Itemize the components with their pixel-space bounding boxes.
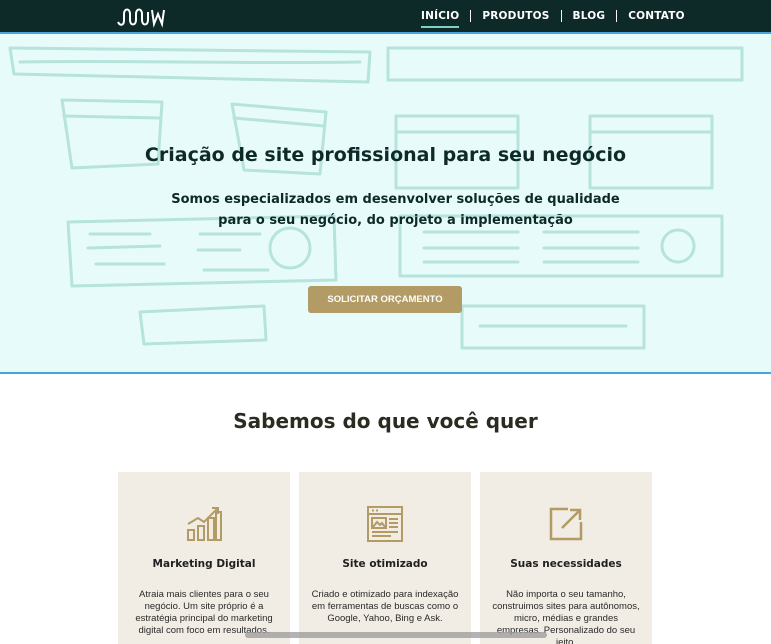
card-title: Site otimizado bbox=[342, 558, 428, 570]
hero-subtitle: Somos especializados em desenvolver solu… bbox=[0, 189, 771, 231]
nav-item-contato[interactable]: CONTATO bbox=[617, 10, 696, 22]
feature-card-needs: Suas necessidades Não importa o seu tama… bbox=[480, 472, 652, 644]
web-layout-icon bbox=[367, 506, 403, 542]
feature-card-optimized: Site otimizado Criado e otimizado para i… bbox=[299, 472, 471, 644]
brand-logo-icon[interactable] bbox=[116, 6, 166, 28]
hero-title: Criação de site profissional para seu ne… bbox=[144, 144, 627, 166]
site-header: INÍCIO PRODUTOS BLOG CONTATO bbox=[0, 0, 771, 32]
card-title: Marketing Digital bbox=[152, 558, 256, 570]
card-text: Atraia mais clientes para o seu negócio.… bbox=[135, 589, 273, 636]
request-quote-button[interactable]: SOLICITAR ORÇAMENTO bbox=[308, 286, 462, 313]
nav-item-produtos[interactable]: PRODUTOS bbox=[471, 10, 560, 22]
hero-subtitle-line: Somos especializados em desenvolver solu… bbox=[171, 192, 620, 207]
hero-section: Criação de site profissional para seu ne… bbox=[0, 32, 771, 374]
external-link-icon bbox=[549, 507, 583, 541]
feature-card-marketing: Marketing Digital Atraia mais clientes p… bbox=[118, 472, 290, 644]
horizontal-scrollbar[interactable] bbox=[245, 632, 547, 638]
section-title: Sabemos do que você quer bbox=[233, 409, 538, 433]
nav-item-blog[interactable]: BLOG bbox=[562, 10, 617, 22]
card-title: Suas necessidades bbox=[510, 558, 622, 570]
main-nav: INÍCIO PRODUTOS BLOG CONTATO bbox=[410, 0, 696, 32]
chart-growth-icon bbox=[187, 507, 222, 541]
nav-item-inicio[interactable]: INÍCIO bbox=[410, 10, 470, 28]
card-text: Criado e otimizado para indexação em fer… bbox=[311, 589, 459, 624]
hero-subtitle-line: para o seu negócio, do projeto a impleme… bbox=[218, 213, 573, 228]
